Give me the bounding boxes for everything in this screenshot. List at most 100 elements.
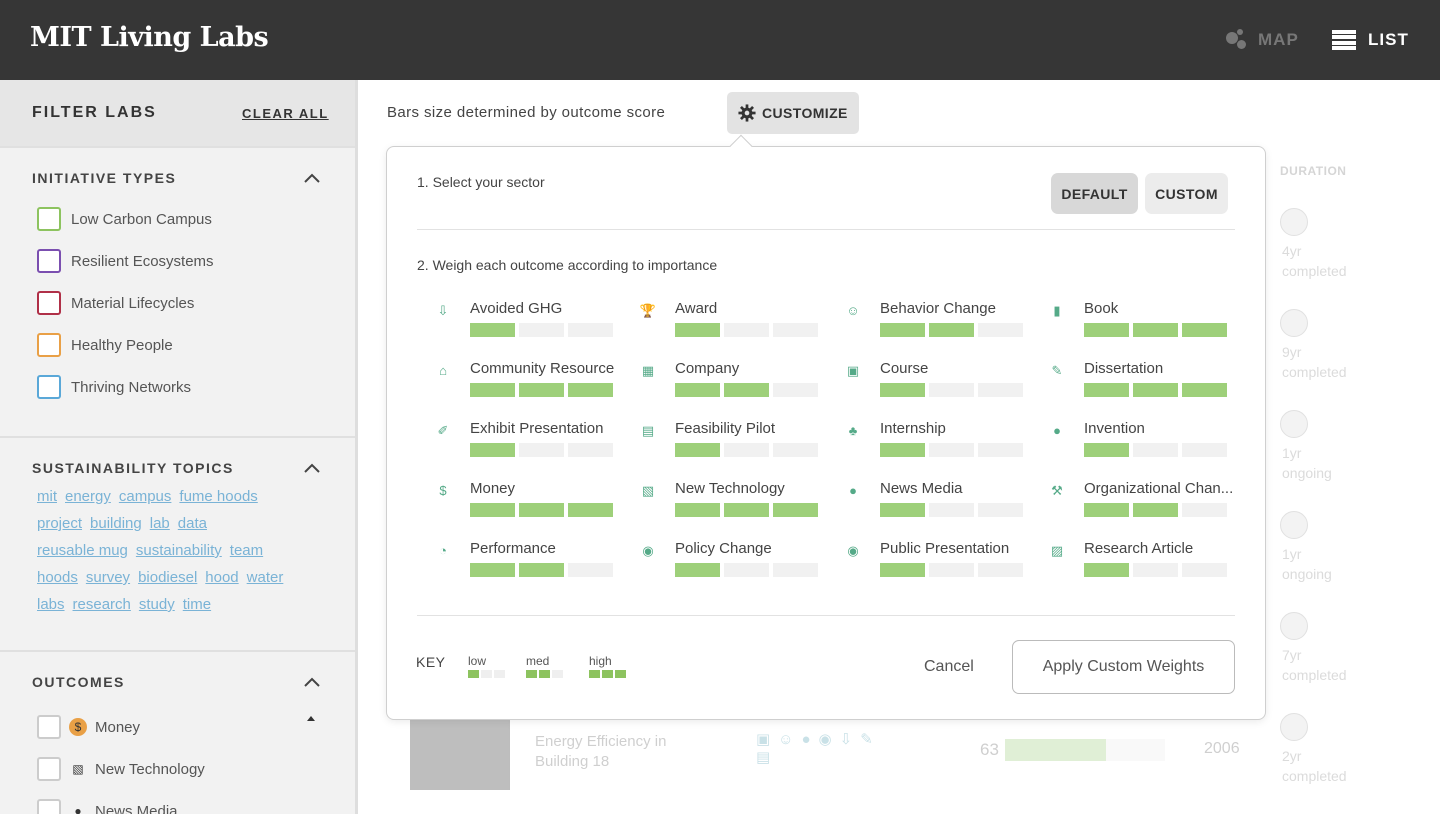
outcome-filter-item[interactable]: $ Money xyxy=(37,715,140,739)
weight-segment[interactable] xyxy=(880,443,925,457)
weight-segment[interactable] xyxy=(978,323,1023,337)
topic-tag[interactable]: lab xyxy=(150,515,170,532)
weight-segment[interactable] xyxy=(929,563,974,577)
weight-bars[interactable] xyxy=(1084,323,1227,337)
topic-tag[interactable]: building xyxy=(90,515,142,532)
weight-segment[interactable] xyxy=(724,503,769,517)
weight-segment[interactable] xyxy=(470,323,515,337)
weight-bars[interactable] xyxy=(880,443,1023,457)
topic-tag[interactable]: reusable mug xyxy=(37,542,128,559)
weight-bars[interactable] xyxy=(675,383,818,397)
weight-bars[interactable] xyxy=(470,443,613,457)
topic-tag[interactable]: campus xyxy=(119,488,172,505)
weight-segment[interactable] xyxy=(1182,323,1227,337)
weight-bars[interactable] xyxy=(880,323,1023,337)
apply-custom-weights-button[interactable]: Apply Custom Weights xyxy=(1012,640,1235,694)
weight-segment[interactable] xyxy=(568,383,613,397)
weight-segment[interactable] xyxy=(929,323,974,337)
topic-tag[interactable]: data xyxy=(178,515,207,532)
initiative-type-item[interactable]: Thriving Networks xyxy=(37,375,191,399)
weight-bars[interactable] xyxy=(470,503,613,517)
lab-title[interactable]: Energy Efficiency in Building 18 xyxy=(535,732,685,772)
topic-tag[interactable]: project xyxy=(37,515,82,532)
topic-tag[interactable]: study xyxy=(139,596,175,613)
weight-segment[interactable] xyxy=(880,383,925,397)
weight-bars[interactable] xyxy=(880,503,1023,517)
checkbox[interactable] xyxy=(37,715,61,739)
topic-tag[interactable]: team xyxy=(230,542,263,559)
nav-list-button[interactable]: LIST xyxy=(1332,26,1409,54)
weight-segment[interactable] xyxy=(773,323,818,337)
checkbox[interactable] xyxy=(37,757,61,781)
chevron-up-icon[interactable] xyxy=(304,173,320,183)
weight-bars[interactable] xyxy=(880,563,1023,577)
weight-segment[interactable] xyxy=(724,383,769,397)
nav-map-button[interactable]: MAP xyxy=(1224,26,1299,54)
weight-segment[interactable] xyxy=(1084,503,1129,517)
checkbox[interactable] xyxy=(37,291,61,315)
weight-segment[interactable] xyxy=(773,563,818,577)
checkbox[interactable] xyxy=(37,333,61,357)
weight-segment[interactable] xyxy=(1084,563,1129,577)
weight-bars[interactable] xyxy=(675,503,818,517)
weight-segment[interactable] xyxy=(568,323,613,337)
weight-segment[interactable] xyxy=(724,563,769,577)
weight-segment[interactable] xyxy=(1182,503,1227,517)
weight-segment[interactable] xyxy=(929,503,974,517)
initiative-type-item[interactable]: Healthy People xyxy=(37,333,173,357)
weight-segment[interactable] xyxy=(470,443,515,457)
clear-all-link[interactable]: CLEAR ALL xyxy=(242,106,329,121)
weight-segment[interactable] xyxy=(773,383,818,397)
weight-bars[interactable] xyxy=(880,383,1023,397)
topic-tag[interactable]: energy xyxy=(65,488,111,505)
weight-segment[interactable] xyxy=(724,323,769,337)
weight-segment[interactable] xyxy=(1182,563,1227,577)
weight-bars[interactable] xyxy=(1084,503,1227,517)
weight-segment[interactable] xyxy=(675,503,720,517)
weight-segment[interactable] xyxy=(1084,443,1129,457)
weight-segment[interactable] xyxy=(675,383,720,397)
weight-segment[interactable] xyxy=(1084,323,1129,337)
weight-segment[interactable] xyxy=(470,503,515,517)
scroll-up-arrow-icon[interactable] xyxy=(307,716,315,721)
weight-segment[interactable] xyxy=(978,443,1023,457)
weight-bars[interactable] xyxy=(1084,443,1227,457)
checkbox[interactable] xyxy=(37,799,61,814)
weight-bars[interactable] xyxy=(470,563,613,577)
weight-segment[interactable] xyxy=(978,563,1023,577)
chevron-up-icon[interactable] xyxy=(304,463,320,473)
weight-segment[interactable] xyxy=(1133,443,1178,457)
weight-bars[interactable] xyxy=(675,323,818,337)
weight-segment[interactable] xyxy=(675,563,720,577)
checkbox[interactable] xyxy=(37,249,61,273)
topic-tag[interactable]: water xyxy=(247,569,284,586)
brand-title[interactable]: MIT Living Labs xyxy=(30,22,269,53)
topic-tag[interactable]: biodiesel xyxy=(138,569,197,586)
weight-segment[interactable] xyxy=(1133,503,1178,517)
topic-tag[interactable]: sustainability xyxy=(136,542,222,559)
weight-segment[interactable] xyxy=(978,503,1023,517)
weight-segment[interactable] xyxy=(773,443,818,457)
weight-segment[interactable] xyxy=(1133,383,1178,397)
weight-bars[interactable] xyxy=(675,443,818,457)
topic-tag[interactable]: hoods xyxy=(37,569,78,586)
outcome-filter-item[interactable]: ● News Media xyxy=(37,799,178,814)
weight-segment[interactable] xyxy=(773,503,818,517)
topic-tag[interactable]: mit xyxy=(37,488,57,505)
weight-segment[interactable] xyxy=(519,383,564,397)
topic-tag[interactable]: labs xyxy=(37,596,65,613)
weight-segment[interactable] xyxy=(675,323,720,337)
weight-segment[interactable] xyxy=(880,503,925,517)
topic-tag[interactable]: survey xyxy=(86,569,130,586)
initiative-type-item[interactable]: Material Lifecycles xyxy=(37,291,194,315)
outcome-filter-item[interactable]: ▧ New Technology xyxy=(37,757,205,781)
weight-segment[interactable] xyxy=(519,563,564,577)
default-sector-button[interactable]: DEFAULT xyxy=(1051,173,1138,214)
weight-segment[interactable] xyxy=(470,563,515,577)
topic-tag[interactable]: research xyxy=(73,596,131,613)
weight-segment[interactable] xyxy=(929,383,974,397)
custom-sector-button[interactable]: CUSTOM xyxy=(1145,173,1228,214)
weight-segment[interactable] xyxy=(978,383,1023,397)
weight-bars[interactable] xyxy=(470,323,613,337)
chevron-up-icon[interactable] xyxy=(304,677,320,687)
